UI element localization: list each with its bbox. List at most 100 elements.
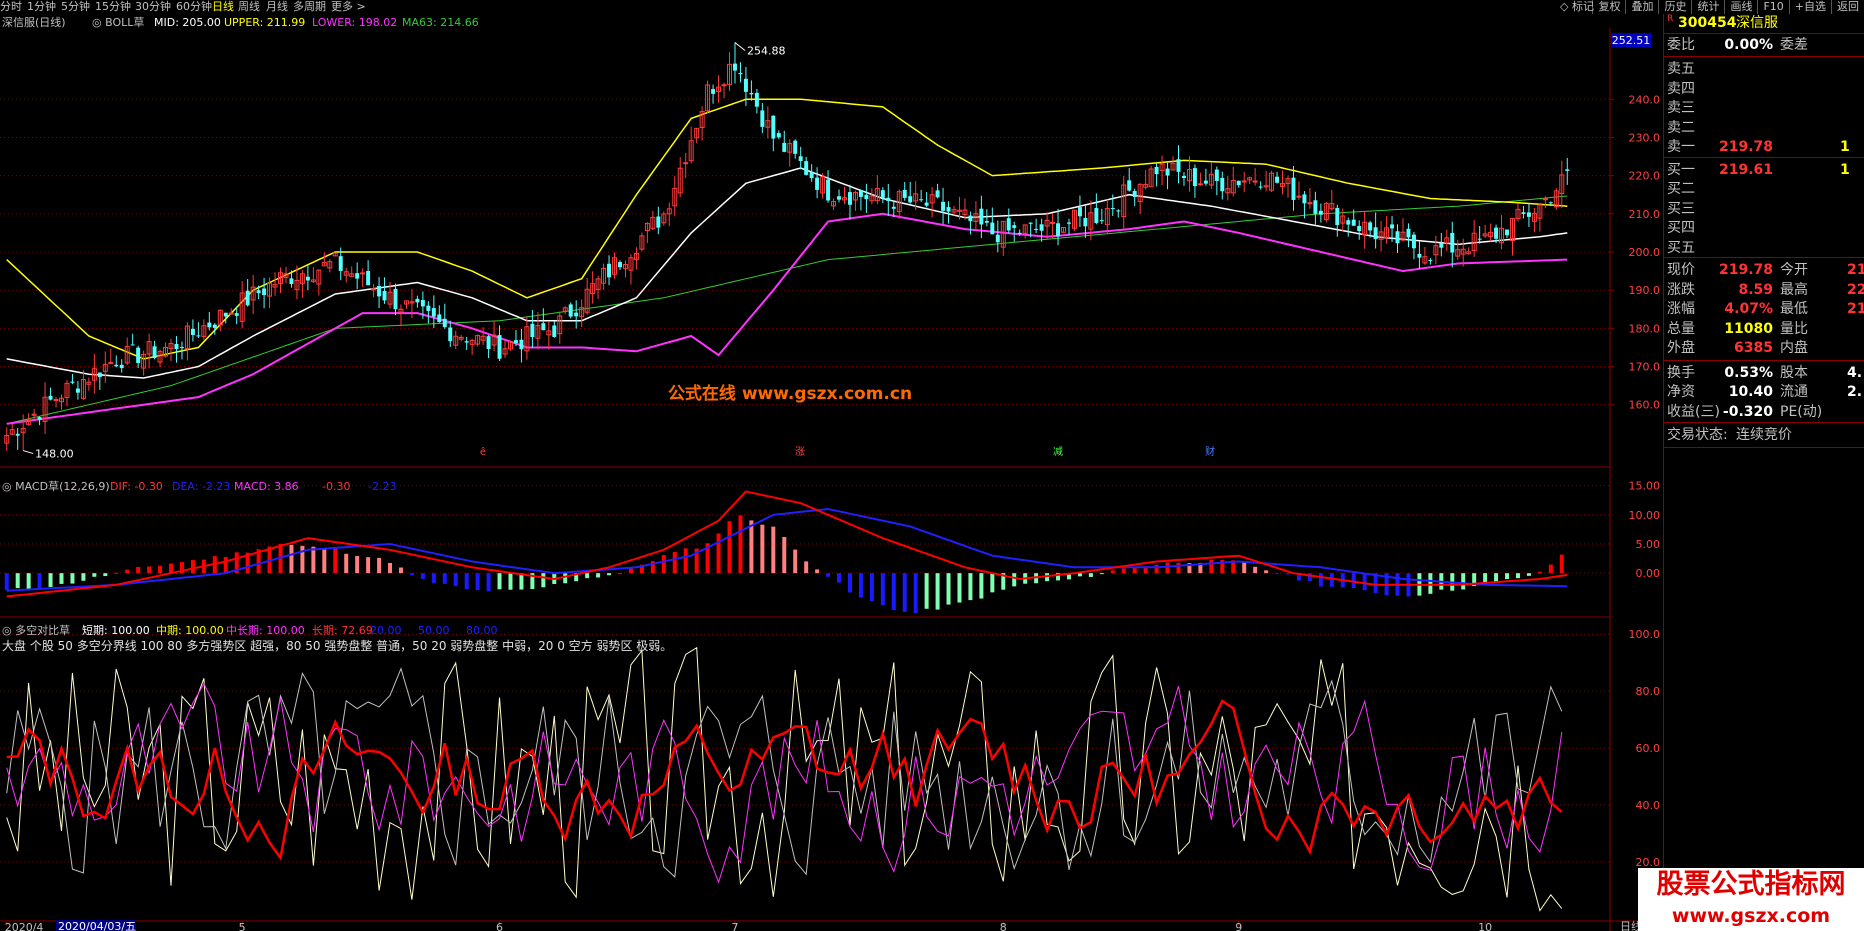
candle-205 xyxy=(1127,180,1132,191)
macd-bar-6 xyxy=(37,573,42,589)
candle-17 xyxy=(97,372,102,378)
timeframe-0[interactable]: 分时 xyxy=(0,0,22,14)
macd-bar-278 xyxy=(1526,573,1531,576)
candle-167 xyxy=(919,199,924,201)
candle-168 xyxy=(924,202,929,206)
price-tick-label-190: 190.0 xyxy=(1629,284,1661,297)
macd-bar-174 xyxy=(957,573,962,603)
candle-250 xyxy=(1373,227,1378,240)
macd-bar-34 xyxy=(190,560,195,574)
candle-180 xyxy=(990,222,995,235)
timeframe-7[interactable]: 周线 xyxy=(238,0,260,14)
candle-21 xyxy=(119,364,124,369)
event-marker-2: 减 xyxy=(1053,446,1063,458)
macd-bar-212 xyxy=(1165,562,1170,574)
weibi-label: 委比 xyxy=(1667,37,1695,53)
timeframe-1[interactable]: 1分钟 xyxy=(27,0,56,14)
candle-137 xyxy=(754,92,759,107)
weicha-label: 委差 xyxy=(1780,37,1808,53)
macd-dif-value: DIF: -0.30 xyxy=(110,480,163,493)
sep-status xyxy=(1664,422,1864,423)
macd-bar-234 xyxy=(1286,573,1291,575)
macd-bar-284 xyxy=(1559,554,1564,574)
macd-bar-146 xyxy=(804,561,809,574)
quote-label-4: 外盘 xyxy=(1667,340,1695,356)
macd-bar-184 xyxy=(1012,573,1017,587)
candle-61 xyxy=(338,256,343,271)
candle-285 xyxy=(1565,169,1570,171)
candle-165 xyxy=(908,196,913,203)
macd-bar-266 xyxy=(1461,573,1466,590)
macd-bar-168 xyxy=(924,573,929,609)
candle-140 xyxy=(771,115,776,139)
timeframe-6[interactable]: 日线 xyxy=(212,0,234,14)
macd-bar-72 xyxy=(398,567,403,574)
candle-47 xyxy=(262,288,267,296)
candle-206 xyxy=(1132,190,1137,197)
candle-129 xyxy=(711,89,716,94)
candle-40 xyxy=(223,312,228,317)
candle-138 xyxy=(760,110,765,127)
candle-90 xyxy=(497,335,502,359)
sell-label-4: 卖一 xyxy=(1667,139,1695,155)
macd-bar-122 xyxy=(672,551,677,574)
timeframe-8[interactable]: 月线 xyxy=(266,0,288,14)
macd-bar-160 xyxy=(880,573,885,606)
candle-212 xyxy=(1165,168,1170,176)
macd-bar-280 xyxy=(1537,571,1542,574)
macd-bar-8 xyxy=(48,573,53,587)
candle-12 xyxy=(70,381,75,383)
event-marker-1: 涨 xyxy=(795,446,805,458)
candle-150 xyxy=(826,179,831,201)
timeframe-2[interactable]: 5分钟 xyxy=(61,0,90,14)
candle-124 xyxy=(683,162,689,165)
xaxis-label-6: 10 xyxy=(1478,921,1492,931)
macd-tick-label-15: 15.00 xyxy=(1629,480,1661,493)
dk-tick-label-60: 60.0 xyxy=(1636,742,1661,755)
timeframe-10[interactable]: 更多 > xyxy=(331,0,366,14)
candle-35 xyxy=(196,335,201,337)
macd-bar-112 xyxy=(617,573,622,575)
toolbar-button-0[interactable]: 复权 xyxy=(1592,0,1625,14)
candle-135 xyxy=(743,78,748,92)
timeframe-5[interactable]: 60分钟 xyxy=(176,0,212,14)
timeframe-9[interactable]: 多周期 xyxy=(293,0,326,14)
macd-bar-80 xyxy=(442,573,447,584)
macd-bar-240 xyxy=(1318,573,1323,587)
candle-147 xyxy=(809,171,814,179)
candle-272 xyxy=(1494,227,1499,239)
macd-bar-206 xyxy=(1132,567,1137,574)
macd-bar-230 xyxy=(1264,570,1269,574)
candle-222 xyxy=(1220,177,1225,192)
mark-button[interactable]: ◇ 标记 xyxy=(1560,0,1594,14)
candle-80 xyxy=(442,318,447,328)
macd-bar-110 xyxy=(607,573,612,576)
candle-84 xyxy=(464,341,469,343)
macd-bar-196 xyxy=(1077,573,1082,577)
brand-watermark-url: www.gszx.com xyxy=(1671,905,1831,927)
dk-midlong-value: 中长期: 100.00 xyxy=(226,624,305,637)
candle-152 xyxy=(837,196,842,200)
candle-256 xyxy=(1406,228,1411,238)
macd-bar-94 xyxy=(519,573,524,590)
quote-side-panel: R 300454 深信服 委比 0.00% 委差 卖五 卖四 卖三 卖二 卖一 219.78 1 买一 21… xyxy=(1663,14,1864,931)
xaxis-label-2: 6 xyxy=(496,921,503,931)
macd-bar-26 xyxy=(147,566,152,574)
macd-bar-66 xyxy=(366,557,371,574)
candle-262 xyxy=(1439,242,1444,248)
candle-196 xyxy=(1077,207,1082,217)
chart-area[interactable]: 160.0 170.0 180.0 190.0 200.0 210.0 220.0 230.0… xyxy=(0,14,1663,931)
candle-161 xyxy=(886,197,891,202)
timeframe-4[interactable]: 30分钟 xyxy=(135,0,171,14)
stock-tag: R xyxy=(1667,14,1674,24)
price-tick-label-180: 180.0 xyxy=(1629,322,1661,335)
sep-orderbook xyxy=(1664,156,1864,158)
timeframe-3[interactable]: 15分钟 xyxy=(95,0,131,14)
toolbar-button-1[interactable]: 叠加 xyxy=(1625,0,1658,14)
macd-bar-170 xyxy=(935,573,940,610)
candle-254 xyxy=(1395,231,1400,244)
main-title: 深信服(日线) xyxy=(2,15,66,29)
dk-midlong-line xyxy=(6,682,1563,884)
candle-65 xyxy=(360,272,366,275)
candle-243 xyxy=(1335,207,1340,225)
